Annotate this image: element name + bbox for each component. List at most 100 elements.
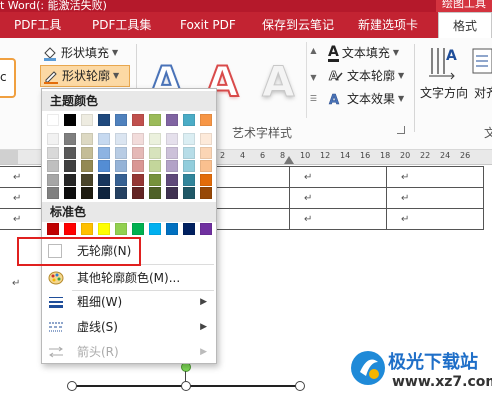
theme-shade-swatch[interactable] bbox=[81, 160, 93, 172]
tab-pdf-toolset[interactable]: PDF工具集 bbox=[92, 12, 151, 38]
theme-shade-swatch[interactable] bbox=[183, 187, 195, 199]
theme-shade-swatch[interactable] bbox=[166, 133, 178, 145]
theme-shade-swatch[interactable] bbox=[47, 146, 59, 159]
scroll-down-icon[interactable]: ▼ bbox=[307, 73, 320, 82]
standard-color-swatch[interactable] bbox=[166, 223, 178, 235]
shape-outline-button[interactable]: 形状轮廓 ▼ bbox=[40, 65, 130, 87]
theme-shade-swatch[interactable] bbox=[132, 146, 144, 159]
table-cell[interactable]: ↵ bbox=[289, 208, 387, 230]
theme-color-swatch[interactable] bbox=[183, 114, 195, 126]
theme-shade-swatch[interactable] bbox=[115, 160, 127, 172]
theme-shade-swatch[interactable] bbox=[166, 160, 178, 172]
theme-shade-swatch[interactable] bbox=[132, 173, 144, 186]
tab-new-tab[interactable]: 新建选项卡 bbox=[358, 12, 418, 38]
standard-color-swatch[interactable] bbox=[81, 223, 93, 235]
theme-shade-swatch[interactable] bbox=[132, 187, 144, 199]
theme-shade-swatch[interactable] bbox=[64, 187, 76, 199]
theme-color-swatch[interactable] bbox=[149, 114, 161, 126]
text-direction-button[interactable]: A 文字方向 bbox=[420, 42, 468, 104]
theme-shade-swatch[interactable] bbox=[200, 173, 212, 186]
theme-shade-swatch[interactable] bbox=[132, 160, 144, 172]
dashes-item[interactable]: 虚线(S) ▶ bbox=[43, 315, 215, 339]
shape-fill-button[interactable]: 形状填充 ▼ bbox=[42, 42, 118, 64]
theme-shade-swatch[interactable] bbox=[64, 160, 76, 172]
table-cell[interactable]: ↵ bbox=[289, 187, 387, 209]
theme-color-swatch[interactable] bbox=[81, 114, 93, 126]
theme-color-swatch[interactable] bbox=[47, 114, 59, 126]
weight-item[interactable]: 粗细(W) ▶ bbox=[43, 290, 215, 314]
theme-shade-swatch[interactable] bbox=[183, 133, 195, 145]
theme-shade-swatch[interactable] bbox=[115, 187, 127, 199]
theme-shade-swatch[interactable] bbox=[149, 160, 161, 172]
resize-handle[interactable] bbox=[181, 381, 191, 391]
table-cell[interactable]: ↵ bbox=[386, 187, 484, 209]
table-cell[interactable]: ↵ bbox=[386, 166, 484, 188]
theme-color-swatch[interactable] bbox=[64, 114, 76, 126]
theme-shade-swatch[interactable] bbox=[98, 160, 110, 172]
align-text-button[interactable]: 对齐 bbox=[470, 46, 492, 102]
theme-shade-swatch[interactable] bbox=[200, 146, 212, 159]
ruler-indent-marker[interactable] bbox=[284, 156, 294, 164]
theme-shade-swatch[interactable] bbox=[200, 160, 212, 172]
theme-shade-swatch[interactable] bbox=[98, 187, 110, 199]
theme-shade-swatch[interactable] bbox=[81, 173, 93, 186]
scroll-up-icon[interactable]: ▲ bbox=[307, 46, 320, 55]
standard-color-swatch[interactable] bbox=[98, 223, 110, 235]
standard-color-swatch[interactable] bbox=[149, 223, 161, 235]
theme-shade-swatch[interactable] bbox=[81, 133, 93, 145]
theme-shade-swatch[interactable] bbox=[166, 146, 178, 159]
table-cell[interactable]: ↵ bbox=[289, 166, 387, 188]
theme-shade-swatch[interactable] bbox=[166, 173, 178, 186]
resize-handle[interactable] bbox=[295, 381, 305, 391]
theme-shade-swatch[interactable] bbox=[47, 160, 59, 172]
theme-shade-swatch[interactable] bbox=[200, 133, 212, 145]
theme-shade-swatch[interactable] bbox=[149, 173, 161, 186]
standard-color-swatch[interactable] bbox=[115, 223, 127, 235]
wordart-gallery-scroll[interactable]: ▲ ▼ ☰ bbox=[306, 42, 320, 118]
dialog-launcher-icon[interactable] bbox=[397, 126, 405, 134]
theme-shade-swatch[interactable] bbox=[47, 133, 59, 145]
standard-color-swatch[interactable] bbox=[200, 223, 212, 235]
theme-shade-swatch[interactable] bbox=[149, 187, 161, 199]
theme-color-swatch[interactable] bbox=[166, 114, 178, 126]
standard-color-swatch[interactable] bbox=[64, 223, 76, 235]
standard-color-swatch[interactable] bbox=[183, 223, 195, 235]
theme-shade-swatch[interactable] bbox=[81, 146, 93, 159]
theme-shade-swatch[interactable] bbox=[149, 146, 161, 159]
text-fill-button[interactable]: A 文本填充 ▼ bbox=[328, 42, 399, 64]
tab-foxit-pdf[interactable]: Foxit PDF bbox=[180, 12, 236, 38]
theme-shade-swatch[interactable] bbox=[149, 133, 161, 145]
theme-shade-swatch[interactable] bbox=[64, 173, 76, 186]
shape-style-box[interactable]: c bbox=[0, 58, 16, 98]
theme-shade-swatch[interactable] bbox=[115, 133, 127, 145]
arrows-item[interactable]: 箭头(R) ▶ bbox=[43, 340, 215, 364]
theme-shade-swatch[interactable] bbox=[81, 187, 93, 199]
standard-color-swatch[interactable] bbox=[47, 223, 59, 235]
gallery-expand-icon[interactable]: ☰ bbox=[307, 94, 320, 103]
theme-shade-swatch[interactable] bbox=[115, 146, 127, 159]
theme-shade-swatch[interactable] bbox=[98, 133, 110, 145]
theme-shade-swatch[interactable] bbox=[98, 146, 110, 159]
tab-format[interactable]: 格式 bbox=[438, 12, 492, 38]
theme-shade-swatch[interactable] bbox=[183, 160, 195, 172]
more-outline-colors-item[interactable]: 其他轮廓颜色(M)... bbox=[43, 266, 215, 290]
theme-color-swatch[interactable] bbox=[115, 114, 127, 126]
text-effects-button[interactable]: A 文本效果 ▼ bbox=[328, 88, 404, 110]
theme-shade-swatch[interactable] bbox=[47, 187, 59, 199]
theme-shade-swatch[interactable] bbox=[183, 173, 195, 186]
theme-shade-swatch[interactable] bbox=[47, 173, 59, 186]
theme-color-swatch[interactable] bbox=[200, 114, 212, 126]
resize-handle[interactable] bbox=[67, 381, 77, 391]
theme-shade-swatch[interactable] bbox=[166, 187, 178, 199]
wordart-style-gray[interactable]: A bbox=[262, 57, 296, 106]
theme-shade-swatch[interactable] bbox=[132, 133, 144, 145]
text-outline-button[interactable]: A 文本轮廓 ▼ bbox=[328, 65, 405, 87]
theme-shade-swatch[interactable] bbox=[115, 173, 127, 186]
theme-shade-swatch[interactable] bbox=[200, 187, 212, 199]
theme-shade-swatch[interactable] bbox=[183, 146, 195, 159]
theme-color-swatch[interactable] bbox=[98, 114, 110, 126]
theme-color-swatch[interactable] bbox=[132, 114, 144, 126]
tab-save-to-cloud-note[interactable]: 保存到云笔记 bbox=[262, 12, 334, 38]
theme-shade-swatch[interactable] bbox=[64, 146, 76, 159]
tab-pdf-tools[interactable]: PDF工具 bbox=[14, 12, 61, 38]
